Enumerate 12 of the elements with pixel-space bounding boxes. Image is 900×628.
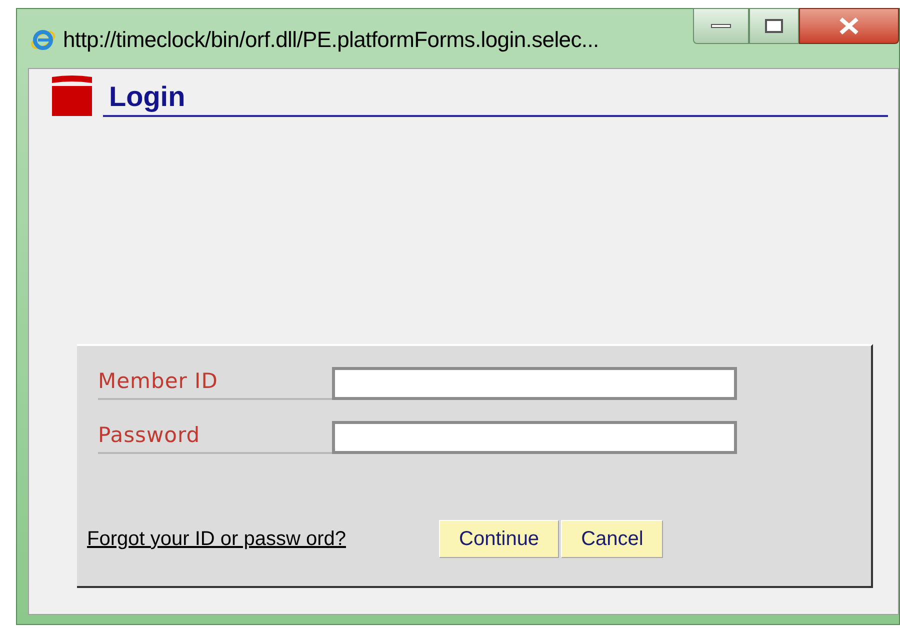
maximize-button[interactable]: [749, 8, 799, 44]
continue-button[interactable]: Continue: [439, 520, 560, 558]
text-field[interactable]: [332, 420, 737, 454]
minimize-button[interactable]: [693, 8, 749, 44]
forgot-link[interactable]: Forgot your ID or passw ord?: [87, 524, 439, 554]
page-heading: Login: [109, 83, 186, 111]
window-title: http://timeclock/bin/orf.dll/PE.platformForms.login.selec...: [63, 26, 599, 54]
cancel-button[interactable]: Cancel: [561, 520, 664, 558]
logo-icon: [51, 75, 93, 117]
close-icon: [838, 17, 860, 35]
text-field[interactable]: [332, 366, 737, 400]
close-button[interactable]: [799, 8, 899, 44]
